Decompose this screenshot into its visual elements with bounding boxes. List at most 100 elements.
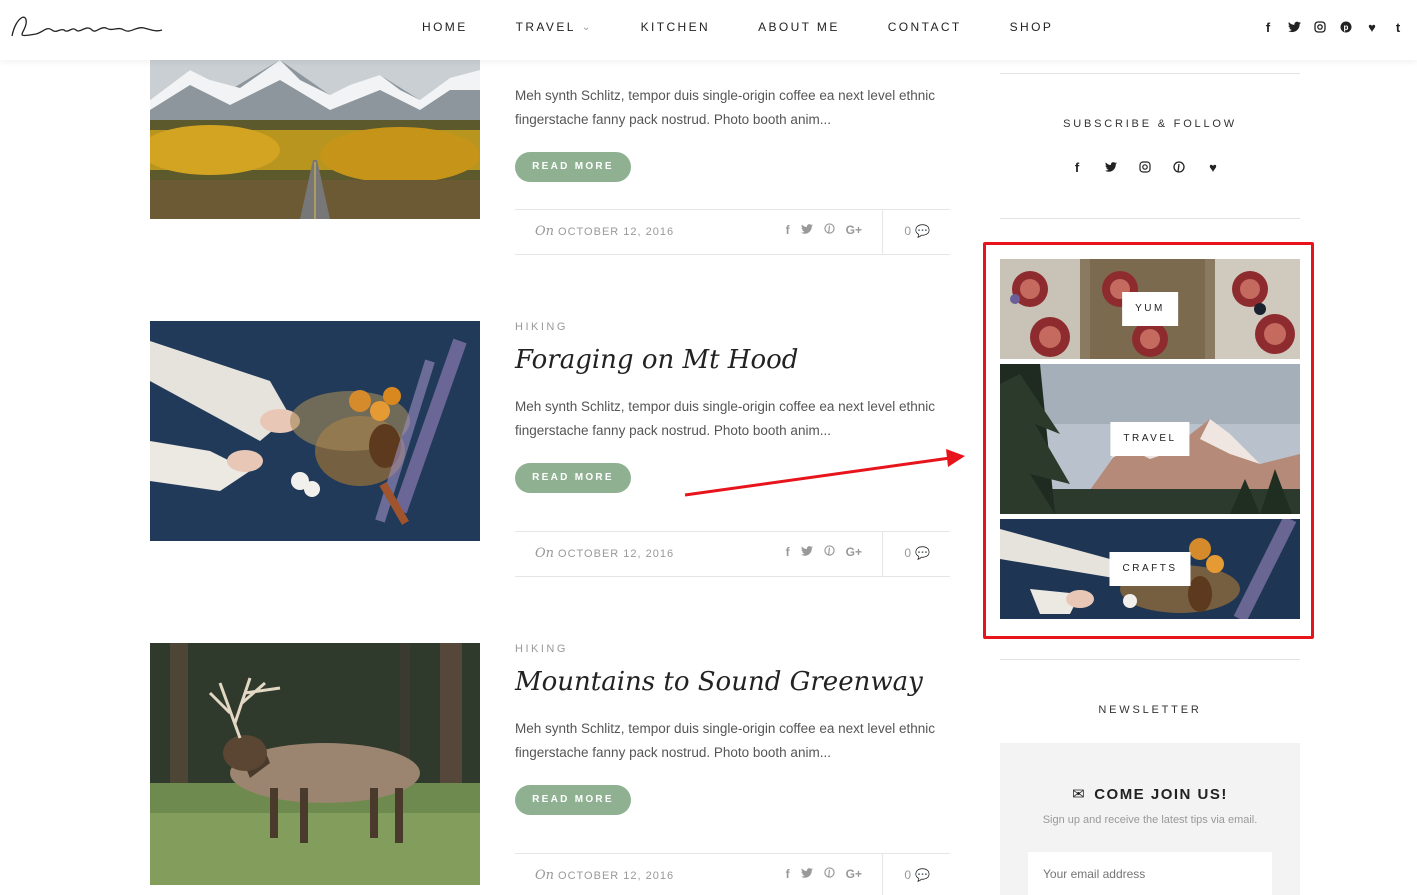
email-input[interactable] xyxy=(1028,852,1272,895)
comment-number: 0 xyxy=(904,224,912,238)
date-prefix: On xyxy=(535,546,555,561)
pinterest-icon[interactable] xyxy=(1172,158,1186,176)
facebook-icon[interactable]: f xyxy=(786,223,790,237)
twitter-icon[interactable] xyxy=(1287,18,1301,36)
nav-travel[interactable]: TRAVEL ⌄ xyxy=(516,20,593,34)
read-more-button[interactable]: READ MORE xyxy=(515,152,631,182)
comment-count[interactable]: 0 💬 xyxy=(904,546,930,560)
header-social: f p ♥ t xyxy=(1261,18,1405,36)
facebook-icon[interactable]: f xyxy=(1070,158,1084,176)
post-meta: On OCTOBER 12, 2016 f G+ 0 💬 xyxy=(515,209,950,255)
comment-number: 0 xyxy=(904,546,912,560)
google-plus-icon[interactable]: G+ xyxy=(846,545,862,559)
pinterest-icon[interactable] xyxy=(823,867,835,881)
newsletter-title: NEWSLETTER xyxy=(1098,704,1202,716)
post-category[interactable]: HIKING xyxy=(515,321,950,333)
main-nav: HOME TRAVEL ⌄ KITCHEN ABOUT ME CONTACT SH… xyxy=(422,20,1101,34)
nav-label: TRAVEL xyxy=(515,20,576,34)
comment-count[interactable]: 0 💬 xyxy=(904,224,930,238)
read-more-button[interactable]: READ MORE xyxy=(515,463,631,493)
meta-divider xyxy=(882,532,883,576)
comment-icon: 💬 xyxy=(915,868,930,882)
post-excerpt: Meh synth Schlitz, tempor duis single-or… xyxy=(515,399,935,438)
pinterest-icon[interactable] xyxy=(823,223,835,237)
twitter-icon[interactable] xyxy=(800,223,813,237)
nav-label: ABOUT ME xyxy=(758,20,840,34)
newsletter-box: ✉ COME JOIN US! Sign up and receive the l… xyxy=(1000,743,1300,895)
date-text: OCTOBER 12, 2016 xyxy=(558,548,675,560)
google-plus-icon[interactable]: G+ xyxy=(846,867,862,881)
post-image-road[interactable] xyxy=(150,60,480,219)
svg-text:p: p xyxy=(1344,23,1349,32)
site-header: HOME TRAVEL ⌄ KITCHEN ABOUT ME CONTACT SH… xyxy=(0,0,1417,60)
google-plus-icon[interactable]: G+ xyxy=(846,223,862,237)
date-prefix: On xyxy=(535,868,555,883)
post-image-elk[interactable] xyxy=(150,643,480,885)
newsletter-subtext: Sign up and receive the latest tips via … xyxy=(1042,814,1258,826)
post-excerpt: Meh synth Schlitz, tempor duis single-or… xyxy=(515,88,935,127)
tumblr-icon[interactable]: t xyxy=(1391,18,1405,36)
nav-home[interactable]: HOME xyxy=(422,20,468,34)
nav-label: CONTACT xyxy=(887,20,962,34)
newsletter-heading: ✉ COME JOIN US! xyxy=(1000,785,1300,803)
twitter-icon[interactable] xyxy=(1104,158,1118,176)
site-logo[interactable] xyxy=(6,6,166,46)
read-more-button[interactable]: READ MORE xyxy=(515,785,631,815)
comment-icon: 💬 xyxy=(915,546,930,560)
post-meta: On OCTOBER 12, 2016 f G+ 0 💬 xyxy=(515,853,950,895)
share-icons: f G+ xyxy=(786,867,862,881)
sidebar-social: f ♥ xyxy=(1070,158,1220,176)
date-prefix: On xyxy=(535,224,555,239)
twitter-icon[interactable] xyxy=(800,545,813,559)
nav-about-me[interactable]: ABOUT ME xyxy=(758,20,840,34)
highlight-box xyxy=(983,242,1314,639)
nav-shop[interactable]: SHOP xyxy=(1010,20,1054,34)
subscribe-title: SUBSCRIBE & FOLLOW xyxy=(1063,118,1237,130)
heart-icon[interactable]: ♥ xyxy=(1365,18,1379,36)
post-excerpt: Meh synth Schlitz, tempor duis single-or… xyxy=(515,721,935,760)
post-date: On OCTOBER 12, 2016 xyxy=(535,224,674,239)
facebook-icon[interactable]: f xyxy=(786,867,790,881)
date-text: OCTOBER 12, 2016 xyxy=(558,870,675,882)
heart-icon[interactable]: ♥ xyxy=(1206,158,1220,176)
comment-number: 0 xyxy=(904,868,912,882)
post-meta: On OCTOBER 12, 2016 f G+ 0 💬 xyxy=(515,531,950,577)
sidebar-divider xyxy=(1000,73,1300,74)
facebook-icon[interactable]: f xyxy=(1261,18,1275,36)
meta-divider xyxy=(882,854,883,895)
nav-label: KITCHEN xyxy=(640,20,711,34)
instagram-icon[interactable] xyxy=(1138,158,1152,176)
date-text: OCTOBER 12, 2016 xyxy=(558,226,675,238)
post-category[interactable]: HIKING xyxy=(515,643,950,655)
sidebar-divider xyxy=(1000,659,1300,660)
annotation-arrow-icon xyxy=(684,449,965,497)
nav-label: SHOP xyxy=(1009,20,1054,34)
nav-label: HOME xyxy=(422,20,468,34)
post-title[interactable]: Mountains to Sound Greenway xyxy=(515,667,950,697)
facebook-icon[interactable]: f xyxy=(786,545,790,559)
post-image-foraging[interactable] xyxy=(150,321,480,541)
post-title[interactable]: Foraging on Mt Hood xyxy=(515,345,950,375)
foraging-image xyxy=(150,321,480,541)
post-3-body: HIKING Mountains to Sound Greenway Meh s… xyxy=(515,643,950,815)
nav-contact[interactable]: CONTACT xyxy=(888,20,962,34)
road-mountain-image xyxy=(150,60,480,219)
post-1-body: Meh synth Schlitz, tempor duis single-or… xyxy=(515,84,950,182)
logo-script-icon xyxy=(11,16,163,37)
nav-kitchen[interactable]: KITCHEN xyxy=(641,20,710,34)
comment-icon: 💬 xyxy=(915,224,930,238)
sidebar-divider xyxy=(1000,218,1300,219)
share-icons: f G+ xyxy=(786,545,862,559)
instagram-icon[interactable] xyxy=(1313,18,1327,36)
newsletter-heading-text: COME JOIN US! xyxy=(1094,786,1228,803)
elk-image xyxy=(150,643,480,885)
pinterest-icon[interactable] xyxy=(823,545,835,559)
comment-count[interactable]: 0 💬 xyxy=(904,868,930,882)
post-date: On OCTOBER 12, 2016 xyxy=(535,546,674,561)
pinterest-icon[interactable]: p xyxy=(1339,18,1353,36)
share-icons: f G+ xyxy=(786,223,862,237)
envelope-icon: ✉ xyxy=(1072,786,1087,803)
twitter-icon[interactable] xyxy=(800,867,813,881)
post-date: On OCTOBER 12, 2016 xyxy=(535,868,674,883)
chevron-down-icon: ⌄ xyxy=(581,21,593,33)
